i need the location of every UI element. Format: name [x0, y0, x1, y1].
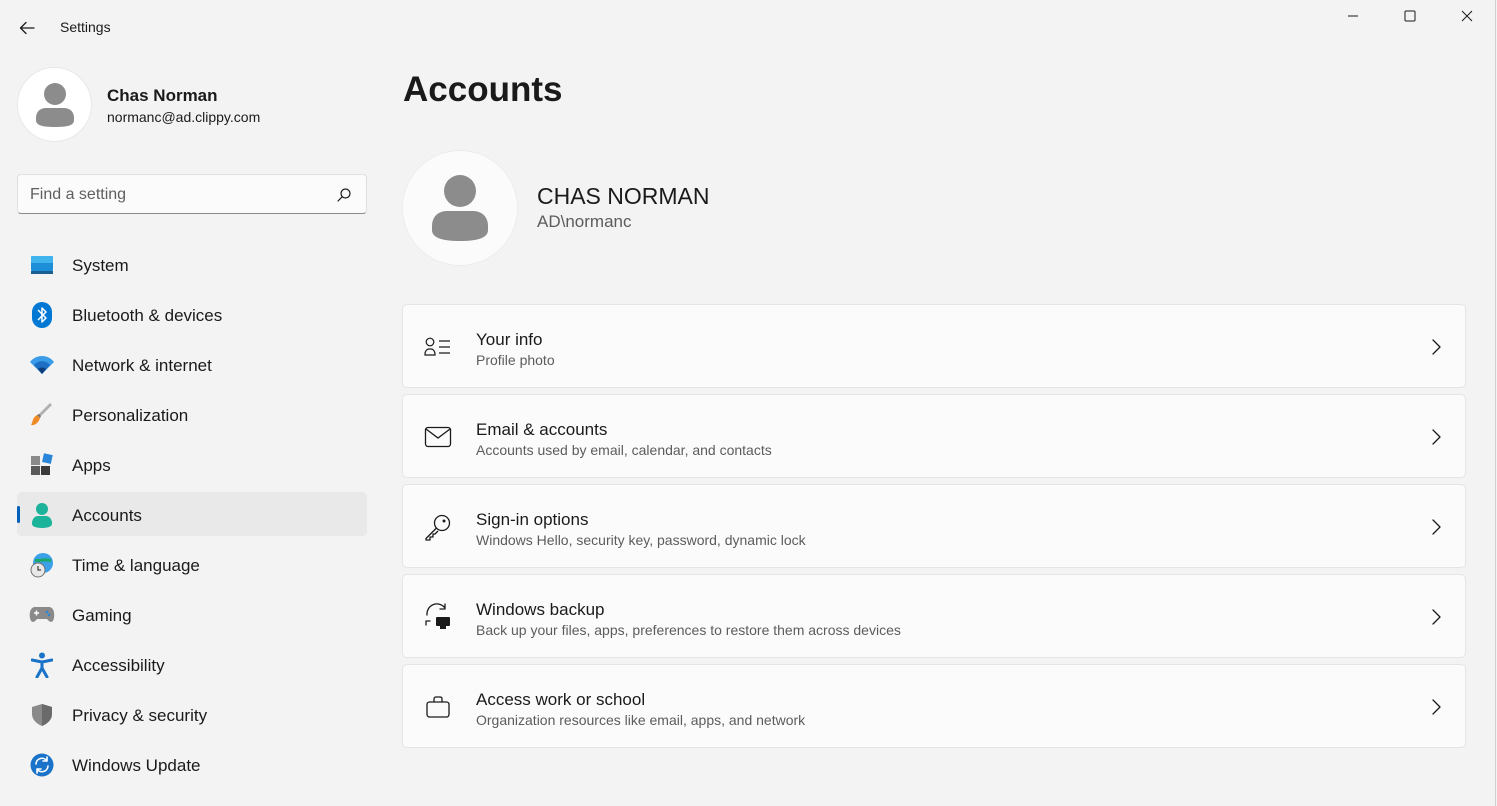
card-sign-in-options[interactable]: Sign-in options Windows Hello, security …	[402, 484, 1466, 568]
person-avatar-icon	[35, 82, 74, 127]
paintbrush-icon	[29, 402, 55, 428]
maximize-icon	[1404, 10, 1415, 22]
title-bar: Settings	[0, 0, 1495, 54]
sidebar-item-label: Gaming	[72, 606, 132, 625]
close-icon	[1461, 10, 1472, 22]
settings-cards: Your info Profile photo Email & accounts…	[402, 304, 1466, 754]
sidebar-item-system[interactable]: System	[17, 242, 367, 286]
chevron-right-icon	[1432, 429, 1441, 445]
globe-clock-icon	[29, 552, 55, 578]
sidebar-item-personalization[interactable]: Personalization	[17, 392, 367, 436]
mail-icon	[423, 423, 453, 451]
sidebar-item-time-language[interactable]: Time & language	[17, 542, 367, 586]
card-description: Organization resources like email, apps,…	[476, 712, 806, 728]
card-description: Profile photo	[476, 352, 555, 368]
active-indicator	[17, 506, 20, 523]
briefcase-icon	[423, 693, 453, 721]
back-arrow-icon	[19, 21, 35, 35]
sidebar-item-label: Apps	[72, 456, 111, 475]
user-avatar	[402, 150, 518, 266]
sidebar-item-accessibility[interactable]: Accessibility	[17, 642, 367, 686]
card-windows-backup[interactable]: Windows backup Back up your files, apps,…	[402, 574, 1466, 658]
search-input[interactable]	[30, 184, 320, 206]
card-description: Back up your files, apps, preferences to…	[476, 622, 901, 638]
card-email-accounts[interactable]: Email & accounts Accounts used by email,…	[402, 394, 1466, 478]
sidebar-item-label: Time & language	[72, 556, 200, 575]
sidebar-item-label: System	[72, 256, 129, 275]
card-title: Your info	[476, 330, 543, 349]
accounts-icon	[29, 502, 55, 528]
sidebar-nav: System Bluetooth & devices Network & int…	[17, 242, 367, 792]
card-title: Sign-in options	[476, 510, 589, 529]
window-controls	[1324, 0, 1495, 32]
card-access-work-school[interactable]: Access work or school Organization resou…	[402, 664, 1466, 748]
key-icon	[423, 513, 453, 541]
bluetooth-icon	[29, 302, 55, 328]
system-icon	[29, 252, 55, 278]
accessibility-icon	[29, 652, 55, 678]
wifi-icon	[29, 352, 55, 378]
search-icon[interactable]	[336, 187, 352, 203]
sidebar-item-label: Accounts	[72, 506, 142, 525]
person-details-icon	[423, 333, 453, 361]
card-title: Windows backup	[476, 600, 605, 619]
backup-icon	[423, 603, 453, 631]
update-icon	[29, 752, 55, 778]
shield-icon	[29, 702, 55, 728]
settings-window: Settings Chas Norman normanc@ad.clippy.c…	[0, 0, 1496, 806]
sidebar-item-accounts[interactable]: Accounts	[17, 492, 367, 536]
close-button[interactable]	[1438, 0, 1495, 32]
chevron-right-icon	[1432, 519, 1441, 535]
sidebar-item-gaming[interactable]: Gaming	[17, 592, 367, 636]
search-box	[17, 174, 367, 214]
maximize-button[interactable]	[1381, 0, 1438, 32]
sidebar-item-label: Windows Update	[72, 756, 201, 775]
sidebar-item-privacy[interactable]: Privacy & security	[17, 692, 367, 736]
minimize-icon	[1347, 15, 1358, 17]
person-avatar-icon	[432, 175, 488, 241]
sidebar-item-network[interactable]: Network & internet	[17, 342, 367, 386]
card-description: Accounts used by email, calendar, and co…	[476, 442, 772, 458]
sidebar-item-label: Bluetooth & devices	[72, 306, 223, 325]
profile-name: Chas Norman	[107, 86, 218, 105]
sidebar-item-label: Accessibility	[72, 656, 165, 675]
minimize-button[interactable]	[1324, 0, 1381, 32]
gamepad-icon	[29, 602, 55, 628]
page-title: Accounts	[403, 70, 563, 109]
user-account-name: AD\normanc	[537, 212, 632, 231]
apps-icon	[29, 452, 55, 478]
user-display-name: CHAS NORMAN	[537, 183, 710, 209]
sidebar-profile[interactable]: Chas Norman normanc@ad.clippy.com	[17, 67, 367, 143]
sidebar-item-windows-update[interactable]: Windows Update	[17, 742, 367, 786]
app-title: Settings	[60, 19, 111, 35]
chevron-right-icon	[1432, 699, 1441, 715]
sidebar-item-label: Personalization	[72, 406, 189, 425]
sidebar-item-label: Network & internet	[72, 356, 212, 375]
back-button[interactable]	[12, 14, 42, 42]
chevron-right-icon	[1432, 339, 1441, 355]
sidebar-item-apps[interactable]: Apps	[17, 442, 367, 486]
sidebar-item-label: Privacy & security	[72, 706, 208, 725]
chevron-right-icon	[1432, 609, 1441, 625]
avatar	[17, 67, 92, 142]
profile-email: normanc@ad.clippy.com	[107, 109, 261, 125]
sidebar-item-bluetooth[interactable]: Bluetooth & devices	[17, 292, 367, 336]
card-title: Email & accounts	[476, 420, 608, 439]
card-title: Access work or school	[476, 690, 646, 709]
card-description: Windows Hello, security key, password, d…	[476, 532, 806, 548]
card-your-info[interactable]: Your info Profile photo	[402, 304, 1466, 388]
